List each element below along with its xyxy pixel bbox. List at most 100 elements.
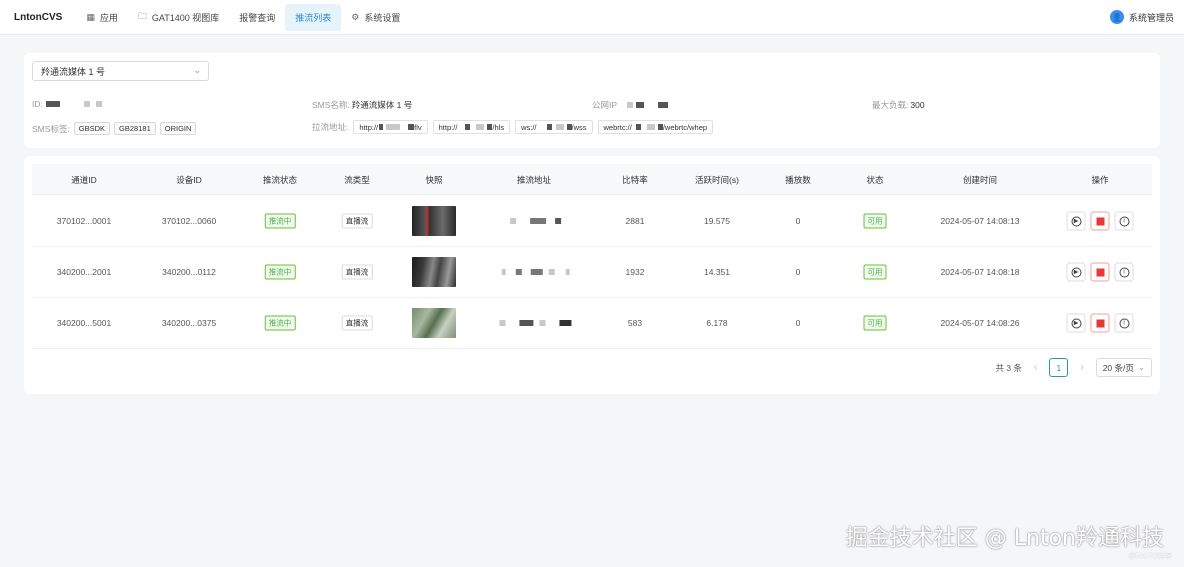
stream-type-badge: 直播流	[341, 213, 373, 229]
snapshot-image	[412, 257, 456, 287]
redacted-block	[501, 269, 506, 275]
snapshot-thumbnail[interactable]	[412, 257, 456, 287]
stream-type-badge: 直播流	[341, 264, 373, 280]
push-status-badge: 推流中	[264, 213, 296, 229]
redacted-block	[476, 124, 485, 130]
bitrate-cell: 583	[627, 318, 643, 328]
chevron-down-icon: ⌄	[1137, 362, 1145, 372]
page-size-select[interactable]: 20 条/页 ⌄	[1095, 358, 1152, 377]
redacted-block	[554, 218, 561, 224]
redacted-block	[627, 102, 634, 108]
watermark-text: 掘金技术社区 @ Lnton羚通科技	[845, 526, 1164, 551]
redacted-block	[499, 320, 506, 326]
page-number-button[interactable]: 1	[1049, 358, 1069, 377]
chevron-left-icon[interactable]: ‹	[1030, 362, 1041, 373]
device-id-cell: 370102...0060	[161, 216, 217, 226]
state-badge: 可用	[863, 213, 887, 229]
pull-url-ws[interactable]: ws:// /wss	[515, 120, 593, 134]
info-button[interactable]: i	[1114, 262, 1134, 282]
max-load-label: 最大负载:	[872, 100, 909, 110]
url-prefix: ws://	[521, 122, 537, 132]
redacted-block	[530, 269, 543, 275]
gear-icon: ⚙	[351, 11, 360, 22]
bitrate-cell: 1932	[625, 267, 645, 277]
redacted-block	[546, 124, 552, 130]
snapshot-image	[412, 308, 456, 338]
stop-button[interactable]	[1090, 313, 1110, 333]
nav-item-gat1400[interactable]: 🗀 GAT1400 视图库	[128, 0, 229, 34]
watermark-subtext: @51CTO博客	[1128, 553, 1172, 560]
nav-item-push-list[interactable]: 推流列表	[285, 3, 342, 31]
url-suffix: /webrtc/whep	[662, 122, 708, 132]
stop-button[interactable]	[1090, 262, 1110, 282]
row-actions: ▶ i	[1066, 262, 1134, 282]
sms-name-value: 羚通流媒体 1 号	[351, 100, 413, 110]
column-header: 快照	[425, 175, 443, 185]
sms-tag: GB28181	[114, 122, 156, 135]
column-header: 通道ID	[71, 175, 97, 185]
redacted-block	[386, 124, 401, 130]
info-button[interactable]: i	[1114, 211, 1134, 231]
channel-id-cell: 340200...2001	[56, 267, 112, 277]
push-stream-table-card: 通道ID 设备ID 推流状态 流类型 快照 推流地址 比特率 活跃时间(s) 播…	[24, 156, 1160, 394]
play-icon: ▶	[1071, 216, 1081, 226]
main-nav: ▦ 应用 🗀 GAT1400 视图库 报警查询 推流列表 ⚙ 系统设置	[76, 0, 410, 34]
sms-tag: ORIGIN	[159, 122, 197, 135]
play-button[interactable]: ▶	[1066, 211, 1086, 231]
push-status-badge: 推流中	[264, 315, 296, 331]
sms-tags-label: SMS标签:	[32, 123, 70, 134]
user-menu[interactable]: 👤 系统管理员	[1109, 10, 1174, 24]
row-actions: ▶ i	[1066, 211, 1134, 231]
push-address-cell	[496, 318, 572, 328]
snapshot-thumbnail[interactable]	[412, 308, 456, 338]
bitrate-cell: 2881	[625, 216, 645, 226]
chevron-right-icon[interactable]: ›	[1076, 362, 1087, 373]
pull-url-flv[interactable]: http:// flv	[353, 120, 428, 134]
column-header: 操作	[1091, 175, 1109, 185]
pull-url-hls[interactable]: http:// /hls	[432, 120, 511, 134]
sms-id-label: ID:	[32, 99, 43, 109]
redacted-block	[636, 102, 645, 108]
sms-info-card: 羚通流媒体 1 号 ⌄ ID: SMS名称: 羚通流媒体 1 号 公网IP 最大…	[24, 53, 1160, 148]
pull-address-field: 拉流地址: http:// flv http:// /hls ws:// /ws…	[312, 120, 714, 134]
stop-button[interactable]	[1090, 211, 1110, 231]
snapshot-thumbnail[interactable]	[412, 206, 456, 236]
redacted-block	[565, 269, 570, 275]
column-header: 播放数	[785, 175, 811, 185]
info-button[interactable]: i	[1114, 313, 1134, 333]
redacted-block	[530, 218, 547, 224]
play-button[interactable]: ▶	[1066, 313, 1086, 333]
state-badge: 可用	[863, 315, 887, 331]
nav-item-system-settings[interactable]: ⚙ 系统设置	[341, 0, 410, 34]
pagination-total: 共 3 条	[995, 362, 1022, 373]
channel-id-cell: 370102...0001	[56, 216, 112, 226]
info-icon: i	[1119, 318, 1129, 328]
redacted-block	[45, 101, 60, 107]
url-prefix: webrtc://	[603, 122, 632, 132]
redacted-block	[646, 124, 655, 130]
column-header: 流类型	[344, 175, 370, 185]
table-row: 340200...5001 340200...0375 推流中 直播流 583 …	[32, 298, 1152, 349]
column-header: 状态	[866, 175, 884, 185]
created-time-cell: 2024-05-07 14:08:26	[940, 318, 1020, 328]
info-icon: i	[1119, 267, 1129, 277]
nav-label: 应用	[99, 12, 118, 23]
stop-icon	[1096, 268, 1104, 276]
max-load-value: 300	[910, 100, 925, 110]
redacted-block	[635, 124, 641, 130]
nav-item-apps[interactable]: ▦ 应用	[76, 0, 128, 34]
info-icon: i	[1119, 216, 1129, 226]
redacted-block	[83, 101, 90, 107]
brand-logo[interactable]: LntonCVS	[14, 12, 62, 23]
nav-item-alarm-query[interactable]: 报警查询	[229, 0, 285, 34]
redacted-block	[379, 124, 384, 130]
public-ip-label: 公网IP	[592, 100, 618, 110]
redacted-block	[516, 269, 523, 275]
play-button[interactable]: ▶	[1066, 262, 1086, 282]
table-header: 通道ID 设备ID 推流状态 流类型 快照 推流地址 比特率 活跃时间(s) 播…	[32, 164, 1152, 195]
play-icon: ▶	[1071, 318, 1081, 328]
pull-url-webrtc[interactable]: webrtc:// /webrtc/whep	[597, 120, 714, 134]
sms-select[interactable]: 羚通流媒体 1 号 ⌄	[32, 61, 209, 81]
column-header: 推流状态	[262, 175, 298, 185]
redacted-block	[465, 124, 471, 130]
